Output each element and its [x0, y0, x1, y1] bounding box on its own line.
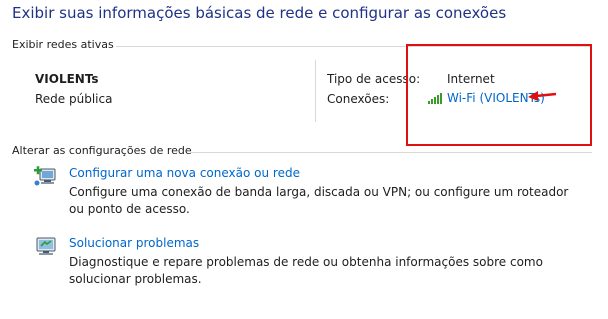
network-type[interactable]: Rede pública [35, 92, 112, 106]
new-connection-link[interactable]: Configurar uma nova conexão ou rede [69, 166, 300, 180]
network-name: VIOLENTs [35, 72, 99, 86]
new-connection-icon [34, 166, 58, 192]
highlight-box [406, 44, 592, 146]
troubleshoot-icon [34, 236, 58, 262]
section-divider [190, 152, 592, 153]
troubleshoot-link[interactable]: Solucionar problemas [69, 236, 199, 250]
active-networks-heading: Exibir redes ativas [12, 38, 114, 51]
change-settings-heading: Alterar as configurações de rede [12, 144, 192, 157]
troubleshoot-description: Diagnostique e repare problemas de rede … [69, 255, 543, 286]
page-title: Exibir suas informações básicas de rede … [12, 4, 507, 22]
annotation-arrow-icon [528, 91, 557, 101]
vertical-divider [315, 60, 316, 122]
new-connection-description: Configure uma conexão de banda larga, di… [69, 185, 569, 216]
connections-label: Conexões: [327, 92, 390, 106]
